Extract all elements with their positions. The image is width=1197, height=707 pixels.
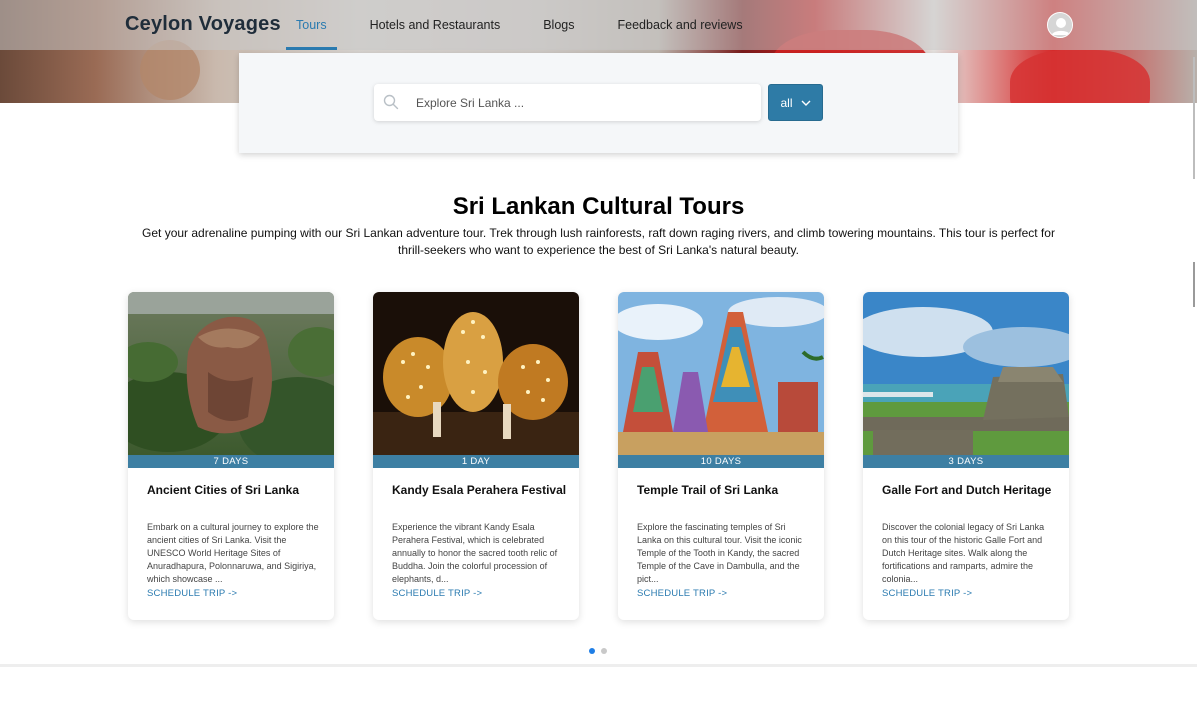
search-icon (383, 94, 399, 110)
filter-dropdown-button[interactable]: all (768, 84, 823, 121)
tour-image-perahera (373, 292, 579, 455)
days-badge: 1 DAY (373, 455, 579, 468)
card-description: Discover the colonial legacy of Sri Lank… (882, 522, 1045, 584)
card-title: Temple Trail of Sri Lanka (637, 483, 779, 497)
pagination-dot-1[interactable] (589, 648, 595, 654)
carousel-pagination (589, 648, 607, 654)
filter-label: all (780, 95, 793, 110)
search-panel: all (239, 53, 958, 153)
card-title: Galle Fort and Dutch Heritage (882, 483, 1052, 497)
section-description: Get your adrenaline pumping with our Sri… (142, 226, 1055, 257)
card-title: Kandy Esala Perahera Festival (392, 483, 567, 497)
brand-logo[interactable]: Ceylon Voyages (125, 13, 281, 36)
search-input[interactable] (416, 84, 746, 121)
section-divider (0, 664, 1197, 667)
tour-image-temple (618, 292, 824, 455)
schedule-trip-link[interactable]: SCHEDULE TRIP -> (882, 588, 972, 599)
nav-links: Tours Hotels and Restaurants Blogs Feedb… (286, 0, 776, 50)
schedule-trip-link[interactable]: SCHEDULE TRIP -> (147, 588, 237, 599)
card-description: Explore the fascinating temples of Sri L… (637, 522, 802, 584)
tour-card[interactable]: 3 DAYS Galle Fort and Dutch Heritage Dis… (863, 292, 1069, 620)
nav-feedback-and-reviews[interactable]: Feedback and reviews (608, 0, 753, 50)
tour-card[interactable]: 1 DAY Kandy Esala Perahera Festival Expe… (373, 292, 579, 620)
scrollbar-thumb-secondary[interactable] (1193, 262, 1195, 307)
user-avatar-icon[interactable] (1047, 12, 1073, 38)
days-badge: 7 DAYS (128, 455, 334, 468)
card-description: Experience the vibrant Kandy Esala Perah… (392, 522, 558, 584)
section-title: Sri Lankan Cultural Tours (452, 193, 745, 220)
nav-hotels-and-restaurants[interactable]: Hotels and Restaurants (360, 0, 511, 50)
pagination-dot-2[interactable] (601, 648, 607, 654)
tour-image-sigiriya (128, 292, 334, 455)
schedule-trip-link[interactable]: SCHEDULE TRIP -> (637, 588, 727, 599)
tour-image-galle-fort (863, 292, 1069, 455)
tour-card[interactable]: 7 DAYS Ancient Cities of Sri Lanka Embar… (128, 292, 334, 620)
nav-tours[interactable]: Tours (286, 0, 337, 50)
nav-blogs[interactable]: Blogs (533, 0, 584, 50)
scrollbar-thumb[interactable] (1193, 57, 1195, 179)
search-box (374, 84, 761, 121)
chevron-down-icon (801, 96, 811, 110)
days-badge: 3 DAYS (863, 455, 1069, 468)
card-title: Ancient Cities of Sri Lanka (147, 483, 300, 497)
navbar: Ceylon Voyages Tours Hotels and Restaura… (0, 0, 1197, 50)
schedule-trip-link[interactable]: SCHEDULE TRIP -> (392, 588, 482, 599)
tour-card[interactable]: 10 DAYS Temple Trail of Sri Lanka Explor… (618, 292, 824, 620)
days-badge: 10 DAYS (618, 455, 824, 468)
card-description: Embark on a cultural journey to explore … (147, 522, 319, 584)
